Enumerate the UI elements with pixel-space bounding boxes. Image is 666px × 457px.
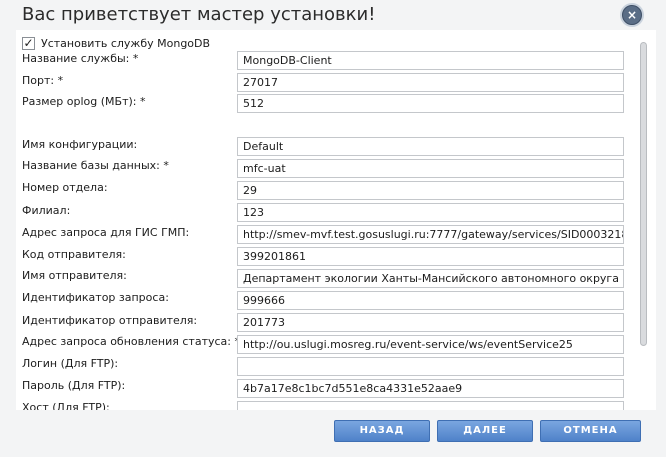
sender-name-label: Имя отправителя: [22,269,127,282]
database-name-label: Название базы данных: * [22,159,169,172]
close-icon[interactable]: × [622,5,642,25]
service-name-label: Название службы: * [22,52,139,65]
dialog-title: Вас приветствует мастер установки! [22,4,376,25]
sender-id-label: Идентификатор отправителя: [22,314,198,327]
gis-gmp-url-input[interactable]: http://smev-mvf.test.gosuslugi.ru:7777/g… [237,225,624,244]
sender-name-input[interactable]: Департамент экологии Ханты-Мансийского а… [237,269,624,288]
install-service-checkbox[interactable]: ✓ [22,36,35,50]
cancel-button[interactable]: ОТМЕНА [540,420,641,442]
request-id-input[interactable]: 999666 [237,291,624,310]
ftp-password-label: Пароль (Для FTP): [22,379,126,392]
ftp-login-label: Логин (Для FTP): [22,357,119,370]
next-button[interactable]: ДАЛЕЕ [437,420,533,442]
ftp-host-label: Хост (Для FTP): [22,401,110,410]
gis-gmp-url-label: Адрес запроса для ГИС ГМП: [22,226,190,239]
service-name-input[interactable]: MongoDB-Client [237,51,624,70]
sender-code-label: Код отправителя: [22,248,126,261]
oplog-size-label: Размер oplog (МБт): * [22,95,146,108]
install-service-label: Установить службу MongoDB [41,36,211,50]
ftp-login-input[interactable] [237,357,624,376]
back-button[interactable]: НАЗАД [334,420,430,442]
setup-wizard-dialog: Вас приветствует мастер установки! × ✓ У… [0,0,666,457]
database-name-input[interactable]: mfc-uat [237,159,624,178]
ftp-password-input[interactable]: 4b7a17e8c1bc7d551e8ca4331e52aae9 [237,379,624,398]
config-name-input[interactable]: Default [237,137,624,156]
scrollbar-thumb[interactable] [640,42,647,346]
form-panel: ✓ Установить службу MongoDB Название слу… [16,30,656,410]
request-id-label: Идентификатор запроса: [22,291,169,304]
branch-input[interactable]: 123 [237,203,624,222]
sender-code-input[interactable]: 399201861 [237,247,624,266]
config-name-label: Имя конфигурации: [22,138,138,151]
vertical-scrollbar[interactable] [638,42,650,408]
sender-id-input[interactable]: 201773 [237,313,624,332]
department-number-label: Номер отдела: [22,181,108,194]
port-label: Порт: * [22,74,64,87]
branch-label: Филиал: [22,204,71,217]
port-input[interactable]: 27017 [237,73,624,92]
ftp-host-input[interactable] [237,401,624,410]
status-update-url-input[interactable]: http://ou.uslugi.mosreg.ru/event-service… [237,335,624,354]
oplog-size-input[interactable]: 512 [237,94,624,113]
install-service-row[interactable]: ✓ Установить службу MongoDB [22,35,210,51]
status-update-url-label: Адрес запроса обновления статуса: * [22,335,240,348]
department-number-input[interactable]: 29 [237,181,624,200]
